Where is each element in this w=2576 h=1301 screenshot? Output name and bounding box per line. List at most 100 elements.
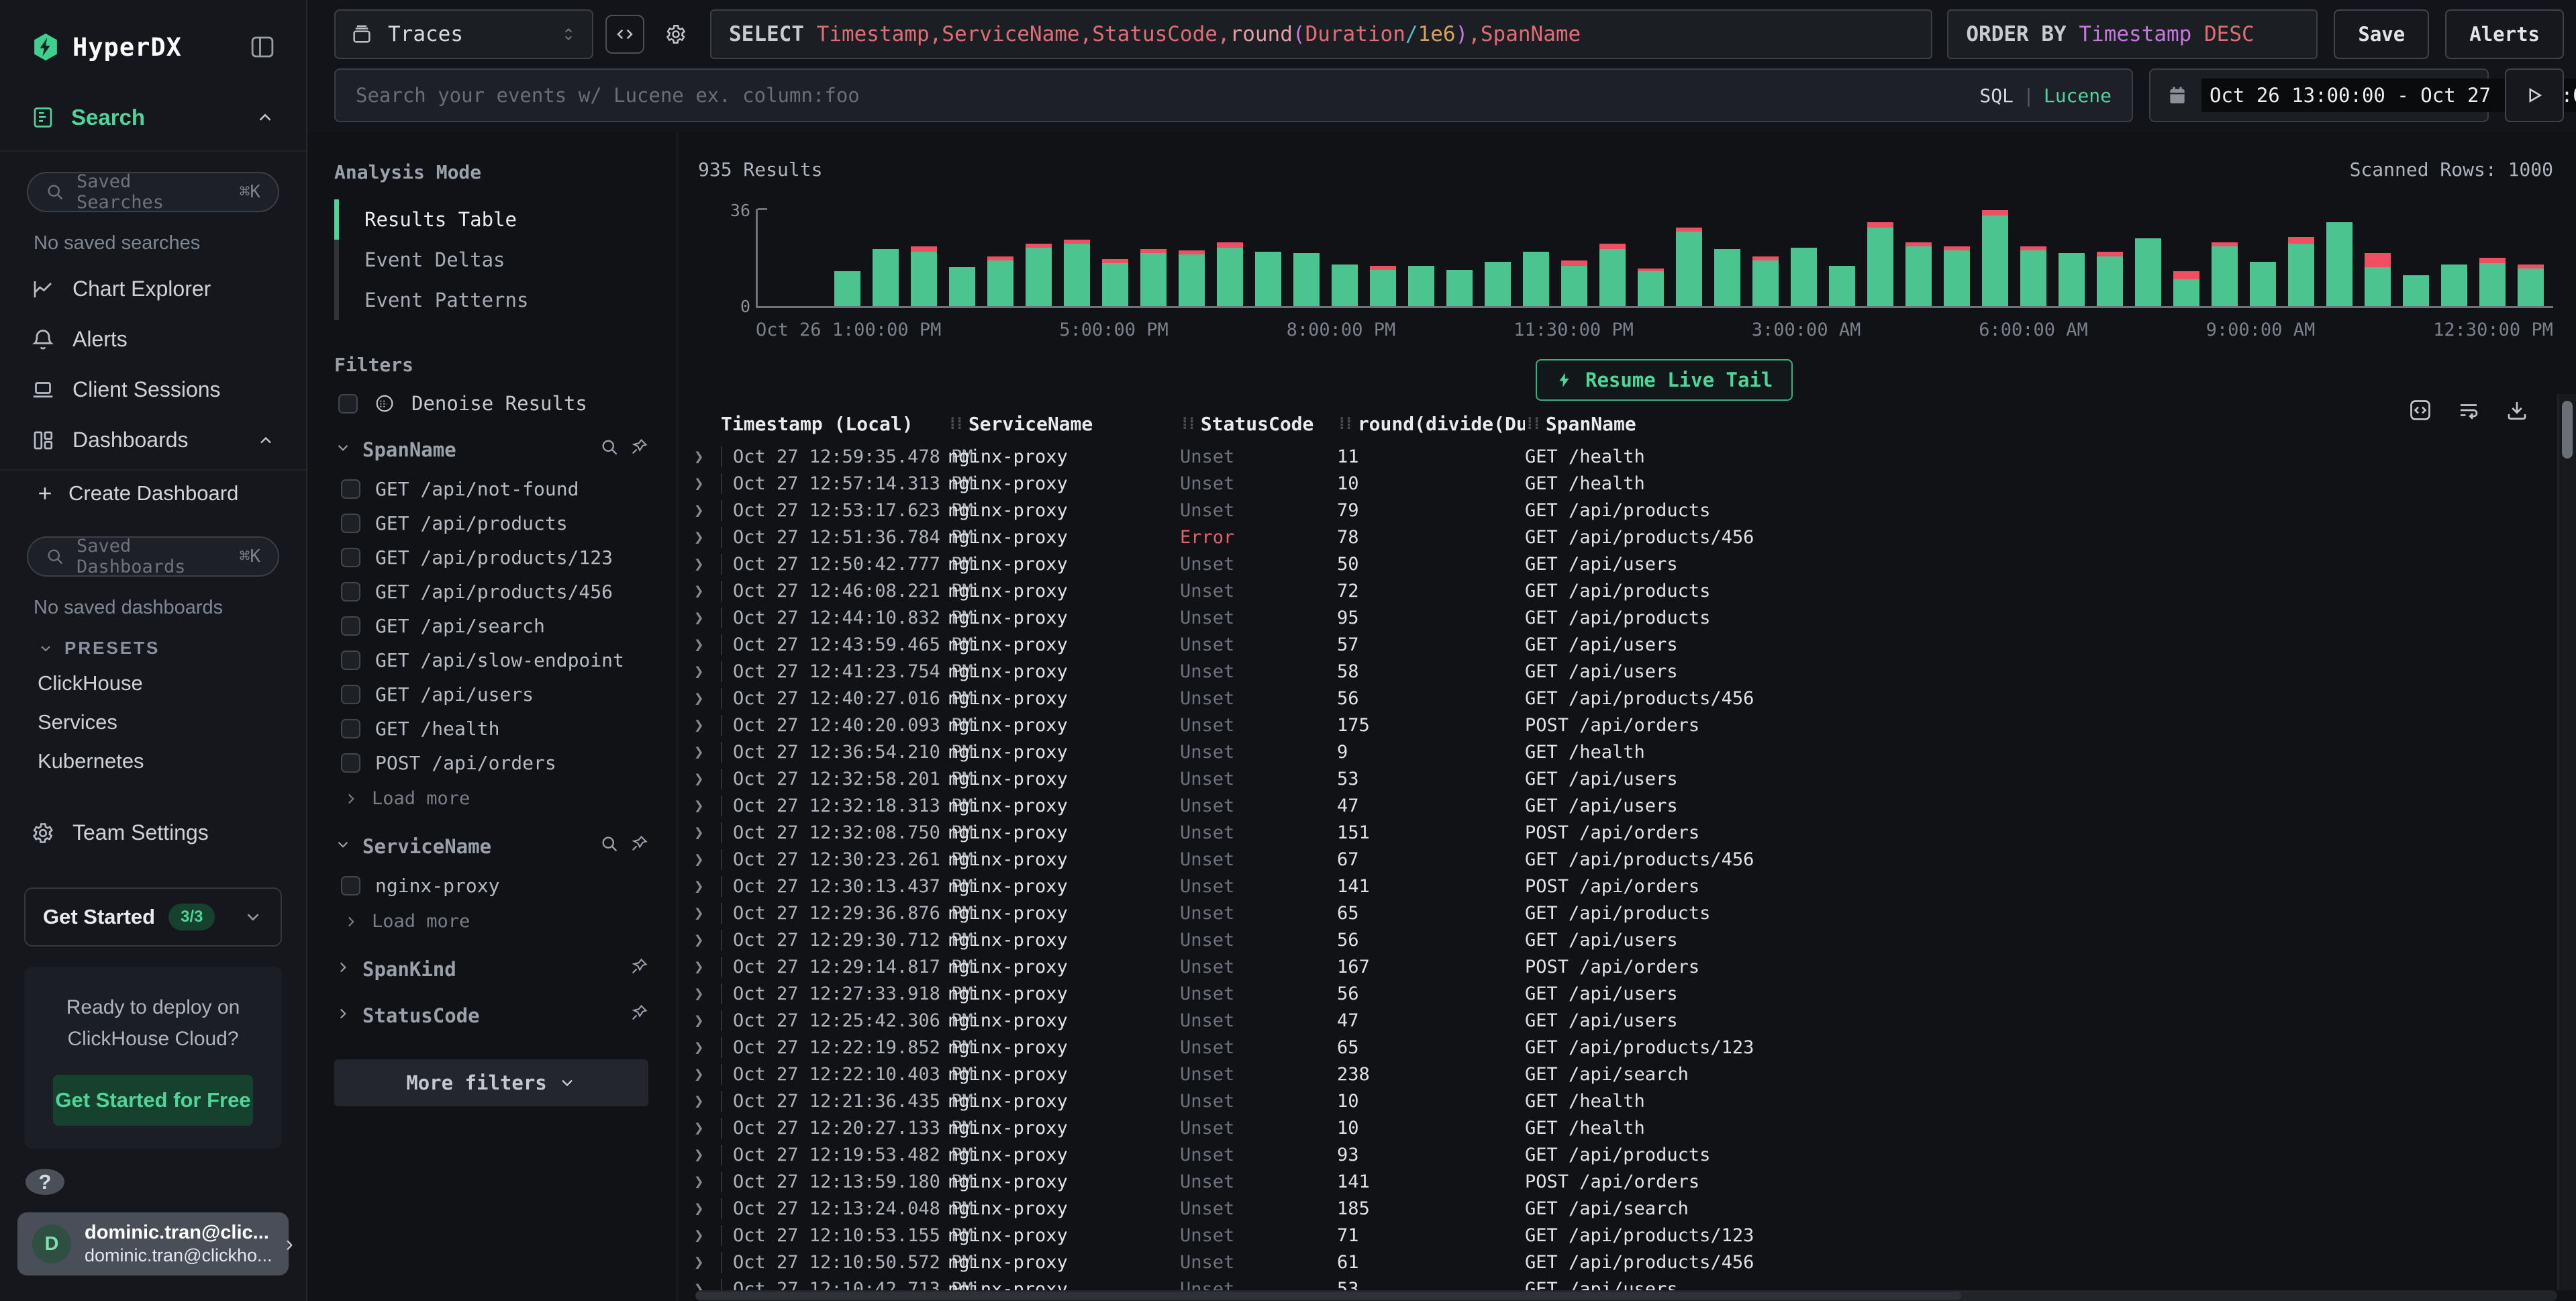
- analysis-mode-results-table[interactable]: Results Table: [334, 199, 648, 240]
- table-row[interactable]: ❯Oct 27 12:32:18.313 PMnginx-proxyUnset4…: [689, 792, 2576, 819]
- saved-dashboards-input[interactable]: Saved Dashboards ⌘K: [27, 536, 279, 577]
- sidebar-item-team-settings[interactable]: Team Settings: [0, 808, 306, 858]
- save-button[interactable]: Save: [2334, 9, 2429, 59]
- histogram-bar[interactable]: [2059, 209, 2085, 306]
- filter-option[interactable]: GET /api/not-found: [334, 472, 648, 506]
- expand-row-icon[interactable]: ❯: [689, 877, 721, 896]
- get-started-toggle[interactable]: Get Started 3/3: [24, 887, 282, 947]
- histogram-bar[interactable]: [949, 209, 975, 306]
- histogram-bar[interactable]: [1791, 209, 1817, 306]
- histogram-bar[interactable]: [1485, 209, 1511, 306]
- table-row[interactable]: ❯Oct 27 12:40:20.093 PMnginx-proxyUnset1…: [689, 712, 2576, 738]
- chevron-down-icon[interactable]: [334, 835, 352, 858]
- filter-group-spankind[interactable]: SpanKind: [334, 957, 648, 981]
- checkbox[interactable]: [341, 616, 360, 636]
- expand-row-icon[interactable]: ❯: [689, 1145, 721, 1164]
- preset-item-kubernetes[interactable]: Kubernetes: [0, 742, 306, 781]
- expand-row-icon[interactable]: ❯: [689, 904, 721, 922]
- histogram-bar[interactable]: [1293, 209, 1320, 306]
- expand-row-icon[interactable]: ❯: [689, 662, 721, 681]
- expand-row-icon[interactable]: ❯: [689, 1038, 721, 1057]
- table-row[interactable]: ❯Oct 27 12:19:53.482 PMnginx-proxyUnset9…: [689, 1141, 2576, 1168]
- histogram-bar[interactable]: [1370, 209, 1396, 306]
- presets-toggle[interactable]: PRESETS: [0, 628, 306, 664]
- column-resize-handle[interactable]: ⁞⁞: [1180, 414, 1194, 434]
- table-row[interactable]: ❯Oct 27 12:43:59.465 PMnginx-proxyUnset5…: [689, 631, 2576, 658]
- lang-lucene-toggle[interactable]: Lucene: [2044, 85, 2112, 107]
- expand-row-icon[interactable]: ❯: [689, 474, 721, 493]
- histogram-bar[interactable]: [2441, 209, 2467, 306]
- histogram-bar[interactable]: [1638, 209, 1664, 306]
- table-row[interactable]: ❯Oct 27 12:27:33.918 PMnginx-proxyUnset5…: [689, 980, 2576, 1007]
- histogram-bar[interactable]: [1561, 209, 1587, 306]
- histogram-bar[interactable]: [1714, 209, 1740, 306]
- column-resize-handle[interactable]: ⁞⁞: [1337, 414, 1351, 434]
- column-header-round-divide-duration[interactable]: ⁞⁞round(divide(Duration,: [1337, 413, 1525, 435]
- histogram-bar[interactable]: [1217, 209, 1243, 306]
- table-row[interactable]: ❯Oct 27 12:10:50.572 PMnginx-proxyUnset6…: [689, 1249, 2576, 1275]
- more-filters-button[interactable]: More filters: [334, 1059, 648, 1106]
- table-row[interactable]: ❯Oct 27 12:40:27.016 PMnginx-proxyUnset5…: [689, 685, 2576, 712]
- code-view-button[interactable]: [605, 15, 644, 54]
- table-row[interactable]: ❯Oct 27 12:22:10.403 PMnginx-proxyUnset2…: [689, 1061, 2576, 1088]
- get-started-free-button[interactable]: Get Started for Free: [53, 1075, 254, 1126]
- denoise-results-option[interactable]: Denoise Results: [338, 392, 648, 415]
- checkbox[interactable]: [341, 514, 360, 533]
- histogram-bar[interactable]: [987, 209, 1013, 306]
- filter-option[interactable]: GET /api/slow-endpoint: [334, 643, 648, 677]
- expand-row-icon[interactable]: ❯: [689, 1253, 721, 1271]
- table-row[interactable]: ❯Oct 27 12:29:14.817 PMnginx-proxyUnset1…: [689, 953, 2576, 980]
- chevron-up-icon[interactable]: [255, 107, 275, 128]
- column-header-timestamp-local[interactable]: Timestamp (Local): [721, 413, 948, 435]
- table-row[interactable]: ❯Oct 27 12:41:23.754 PMnginx-proxyUnset5…: [689, 658, 2576, 685]
- histogram-bar[interactable]: [2250, 209, 2276, 306]
- column-header-servicename[interactable]: ⁞⁞ServiceName: [948, 413, 1180, 435]
- search-icon[interactable]: [600, 834, 619, 858]
- sidebar-item-alerts[interactable]: Alerts: [0, 314, 306, 365]
- pin-icon[interactable]: [630, 1004, 648, 1027]
- filter-option[interactable]: nginx-proxy: [334, 869, 648, 903]
- preset-item-clickhouse[interactable]: ClickHouse: [0, 664, 306, 703]
- histogram-bar[interactable]: [911, 209, 937, 306]
- settings-gear-button[interactable]: [656, 15, 695, 54]
- chevron-right-icon[interactable]: [334, 958, 352, 981]
- histogram-bar[interactable]: [1102, 209, 1128, 306]
- histogram-bar[interactable]: [1944, 209, 1970, 306]
- table-row[interactable]: ❯Oct 27 12:13:59.180 PMnginx-proxyUnset1…: [689, 1168, 2576, 1195]
- column-resize-handle[interactable]: ⁞⁞: [948, 414, 962, 434]
- chevron-up-icon[interactable]: [256, 431, 275, 450]
- help-button[interactable]: ?: [26, 1169, 64, 1195]
- expand-row-icon[interactable]: ❯: [689, 984, 721, 1003]
- pin-icon[interactable]: [630, 834, 648, 858]
- expand-row-icon[interactable]: ❯: [689, 689, 721, 708]
- histogram-bar[interactable]: [2326, 209, 2352, 306]
- checkbox[interactable]: [338, 394, 358, 414]
- checkbox[interactable]: [341, 876, 360, 896]
- vertical-scrollbar[interactable]: [2557, 394, 2576, 1290]
- table-row[interactable]: ❯Oct 27 12:10:53.155 PMnginx-proxyUnset7…: [689, 1222, 2576, 1249]
- filter-option[interactable]: GET /api/products: [334, 506, 648, 540]
- download-icon[interactable]: [2505, 398, 2529, 422]
- load-more-button[interactable]: Load more: [334, 780, 648, 812]
- column-resize-handle[interactable]: ⁞⁞: [1525, 414, 1539, 434]
- checkbox[interactable]: [341, 685, 360, 704]
- histogram-bar[interactable]: [1599, 209, 1626, 306]
- histogram-bar[interactable]: [2212, 209, 2238, 306]
- histogram-bar[interactable]: [1140, 209, 1167, 306]
- table-row[interactable]: ❯Oct 27 12:50:42.777 PMnginx-proxyUnset5…: [689, 550, 2576, 577]
- create-dashboard-button[interactable]: Create Dashboard: [0, 471, 306, 516]
- code-block-icon[interactable]: [2408, 398, 2432, 422]
- histogram-bar[interactable]: [1026, 209, 1052, 306]
- histogram-bar[interactable]: [1255, 209, 1281, 306]
- expand-row-icon[interactable]: ❯: [689, 528, 721, 546]
- checkbox[interactable]: [341, 582, 360, 601]
- checkbox[interactable]: [341, 753, 360, 773]
- histogram-bar[interactable]: [1752, 209, 1779, 306]
- expand-row-icon[interactable]: ❯: [689, 742, 721, 761]
- expand-row-icon[interactable]: ❯: [689, 501, 721, 520]
- sidebar-item-search[interactable]: Search: [0, 87, 306, 152]
- filter-option[interactable]: GET /api/search: [334, 609, 648, 643]
- table-row[interactable]: ❯Oct 27 12:44:10.832 PMnginx-proxyUnset9…: [689, 604, 2576, 631]
- sidebar-item-client-sessions[interactable]: Client Sessions: [0, 365, 306, 415]
- expand-row-icon[interactable]: ❯: [689, 823, 721, 842]
